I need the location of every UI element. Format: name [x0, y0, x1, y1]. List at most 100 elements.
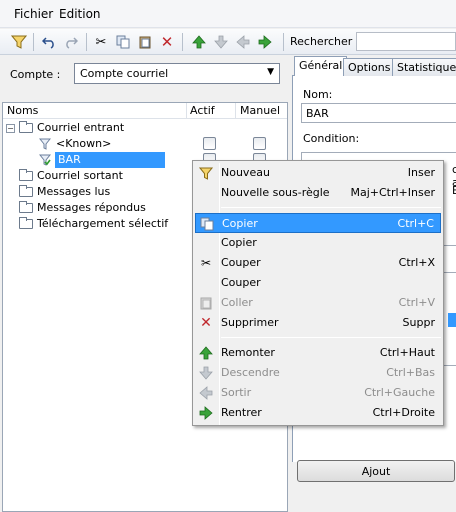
menu-item-move-down[interactable]: Descendre Ctrl+Bas [195, 363, 441, 383]
menu-item-label: Descendre [221, 366, 280, 379]
chevron-down-icon: ▼ [267, 67, 274, 77]
menu-item-label: Supprimer [221, 316, 279, 329]
add-button[interactable]: Ajout [297, 460, 455, 482]
delete-icon: ✕ [200, 315, 212, 331]
arrow-right-icon[interactable] [256, 33, 274, 51]
search-label: Rechercher [290, 35, 353, 48]
tree-header: Noms Actif Manuel [3, 103, 287, 119]
tree-row[interactable]: − Courriel entrant [3, 120, 287, 136]
menu-item-copy-alt[interactable]: Copier [195, 233, 441, 253]
menu-item-label: Remonter [221, 346, 275, 359]
menu-item-label: Couper [221, 256, 261, 269]
menu-item-indent[interactable]: Rentrer Ctrl+Droite [195, 403, 441, 423]
menu-item-label: Couper [221, 276, 261, 289]
toolbar-separator [33, 33, 34, 51]
menu-file[interactable]: Fichier [14, 7, 53, 21]
menu-item-new[interactable]: Nouveau Inser [195, 163, 441, 183]
menu-item-label: Sortir [221, 386, 252, 399]
menu-item-label: Copier [221, 236, 257, 249]
menu-item-shortcut: Ctrl+X [398, 256, 435, 269]
name-input[interactable]: BAR [301, 103, 456, 123]
tree-item-label: <Known> [56, 137, 112, 150]
folder-icon [19, 169, 33, 181]
tree-item-label: Téléchargement sélectif [37, 217, 169, 230]
search-input[interactable] [356, 32, 456, 51]
menu-item-shortcut: Suppr [402, 316, 435, 329]
delete-icon[interactable]: ✕ [158, 33, 176, 51]
paste-icon [198, 295, 214, 311]
tree-item-label: BAR [58, 153, 81, 166]
copy-icon [199, 216, 215, 232]
menu-item-label: Copier [222, 217, 258, 230]
menu-item-shortcut: Maj+Ctrl+Inser [350, 186, 435, 199]
tab-bar: Général Options Statistiques [292, 56, 456, 77]
scissors-icon: ✂ [200, 256, 212, 270]
menu-separator [221, 207, 441, 208]
menu-item-shortcut: Inser [407, 166, 435, 179]
column-names[interactable]: Noms [7, 104, 38, 117]
active-checkbox[interactable] [203, 137, 216, 150]
menu-item-move-up[interactable]: Remonter Ctrl+Haut [195, 343, 441, 363]
menu-item-shortcut: Ctrl+Bas [386, 366, 435, 379]
tree-item-label: Messages lus [37, 185, 111, 198]
arrow-up-icon[interactable] [190, 33, 208, 51]
funnel-icon [198, 165, 214, 181]
tree-item-label: Messages répondus [37, 201, 146, 214]
manual-checkbox[interactable] [253, 137, 266, 150]
arrow-right-icon [198, 405, 214, 421]
menu-item-label: Rentrer [221, 406, 262, 419]
arrow-left-icon [198, 385, 214, 401]
menu-item-copy[interactable]: Copier Ctrl+C [195, 213, 441, 233]
tree-item-label: Courriel sortant [37, 169, 123, 182]
tab-options[interactable]: Options [343, 58, 396, 76]
toolbar-separator [86, 33, 87, 51]
menu-item-outdent[interactable]: Sortir Ctrl+Gauche [195, 383, 441, 403]
name-label: Nom: [303, 88, 333, 101]
menu-separator [221, 337, 441, 338]
menu-item-delete[interactable]: ✕ Supprimer Suppr [195, 313, 441, 333]
menu-item-label: Nouveau [221, 166, 270, 179]
undo-icon[interactable] [40, 33, 58, 51]
menu-item-shortcut: Ctrl+C [397, 217, 434, 230]
paste-icon[interactable] [136, 33, 154, 51]
funnel-check-icon [38, 154, 52, 166]
menu-item-shortcut: Ctrl+Gauche [364, 386, 435, 399]
condition-partial: BA [452, 184, 456, 197]
menu-item-cut-alt[interactable]: Couper [195, 273, 441, 293]
menu-item-shortcut: Ctrl+V [398, 296, 435, 309]
arrow-up-icon [198, 345, 214, 361]
folder-icon [19, 121, 33, 133]
menu-item-paste[interactable]: Coller Ctrl+V [195, 293, 441, 313]
context-menu: Nouveau Inser Nouvelle sous-règle Maj+Ct… [192, 160, 444, 426]
folder-icon [19, 201, 33, 213]
column-separator [235, 103, 236, 119]
tree-item-label: Courriel entrant [37, 121, 125, 134]
arrow-down-icon [198, 365, 214, 381]
selected-action [448, 313, 456, 327]
copy-icon[interactable] [114, 33, 132, 51]
arrow-down-icon[interactable] [212, 33, 230, 51]
menu-item-label: Coller [221, 296, 253, 309]
scissors-icon[interactable]: ✂ [92, 33, 110, 51]
menu-item-cut[interactable]: ✂ Couper Ctrl+X [195, 253, 441, 273]
funnel-icon [38, 138, 52, 150]
tab-general[interactable]: Général [294, 56, 348, 77]
menu-edit[interactable]: Edition [59, 7, 101, 21]
column-manual[interactable]: Manuel [240, 104, 280, 117]
redo-icon[interactable] [62, 33, 80, 51]
column-active[interactable]: Actif [190, 104, 215, 117]
toolbar-separator [283, 33, 284, 51]
account-select-value: Compte courriel [80, 67, 169, 80]
condition-label: Condition: [303, 132, 360, 145]
column-separator [186, 103, 187, 119]
toolbar: ✂ ✕ Rechercher [0, 29, 456, 55]
menu-item-new-subrule[interactable]: Nouvelle sous-règle Maj+Ctrl+Inser [195, 183, 441, 203]
toolbar-separator [182, 33, 183, 51]
account-select[interactable]: Compte courriel ▼ [74, 63, 280, 84]
arrow-left-icon[interactable] [234, 33, 252, 51]
folder-icon [19, 217, 33, 229]
tab-statistics[interactable]: Statistiques [392, 58, 456, 76]
collapse-icon[interactable]: − [6, 124, 15, 133]
funnel-icon[interactable] [10, 33, 28, 51]
tree-row[interactable]: <Known> [3, 136, 287, 152]
